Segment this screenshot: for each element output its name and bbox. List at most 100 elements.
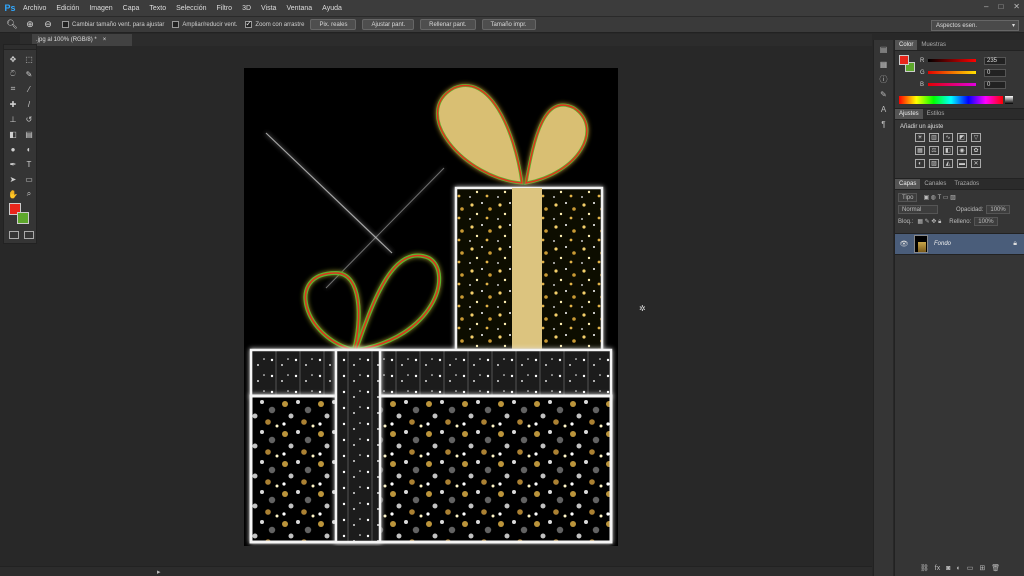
checkbox-box[interactable] bbox=[172, 21, 180, 28]
blend-mode-select[interactable]: Normal bbox=[898, 205, 938, 214]
print-size-button[interactable]: Tamaño impr. bbox=[481, 19, 536, 30]
new-layer-icon[interactable]: ⊞ bbox=[979, 564, 985, 572]
fill-screen-button[interactable]: Rellenar pant. bbox=[420, 19, 476, 30]
marquee-tool-icon[interactable]: ⬚ bbox=[21, 52, 37, 66]
menu-vista[interactable]: Vista bbox=[256, 5, 281, 12]
menu-filtro[interactable]: Filtro bbox=[212, 5, 238, 12]
quick-mask-icon[interactable] bbox=[9, 231, 19, 239]
brightness-contrast-icon[interactable]: ☀ bbox=[915, 133, 925, 142]
zoom-out-icon[interactable]: ⊖ bbox=[42, 19, 54, 31]
gradient-map-icon[interactable]: ▬ bbox=[957, 159, 967, 168]
tab-channels[interactable]: Canales bbox=[920, 179, 950, 189]
zoom-tool-icon[interactable]: ⌕ bbox=[21, 187, 37, 201]
move-tool-icon[interactable]: ✥ bbox=[5, 52, 21, 66]
info-icon[interactable]: ⓘ bbox=[877, 75, 891, 85]
background-color-swatch[interactable] bbox=[17, 212, 29, 224]
trash-icon[interactable]: 🗑︎ bbox=[991, 564, 1000, 572]
scrubby-zoom-checkbox[interactable]: Zoom con arrastre bbox=[245, 19, 304, 28]
red-value-input[interactable]: 235 bbox=[984, 56, 1006, 65]
black-white-icon[interactable]: ◧ bbox=[943, 146, 953, 155]
eye-icon[interactable]: 👁︎ bbox=[898, 240, 910, 248]
close-icon[interactable]: ✕ bbox=[1013, 2, 1020, 11]
resize-windows-checkbox[interactable]: Cambiar tamaño vent. para ajustar bbox=[62, 21, 164, 28]
zoom-in-icon[interactable]: ⊕ bbox=[24, 19, 36, 31]
mask-icon[interactable]: ◙ bbox=[946, 565, 950, 572]
quick-selection-tool-icon[interactable]: ✎ bbox=[21, 67, 37, 81]
lasso-tool-icon[interactable]: ට bbox=[5, 67, 21, 81]
group-icon[interactable]: ▭ bbox=[967, 564, 974, 572]
menu-archivo[interactable]: Archivo bbox=[18, 5, 51, 12]
fill-input[interactable]: 100% bbox=[974, 217, 998, 226]
history-brush-tool-icon[interactable]: ↺ bbox=[21, 112, 37, 126]
threshold-icon[interactable]: ◭ bbox=[943, 159, 953, 168]
brush-presets-icon[interactable]: ✎ bbox=[877, 90, 891, 100]
channel-mixer-icon[interactable]: ✿ bbox=[971, 146, 981, 155]
menu-imagen[interactable]: Imagen bbox=[84, 5, 117, 12]
menu-ventana[interactable]: Ventana bbox=[281, 5, 317, 12]
menu-capa[interactable]: Capa bbox=[118, 5, 145, 12]
color-spectrum[interactable] bbox=[899, 96, 1003, 104]
hand-tool-icon[interactable]: ✋ bbox=[5, 187, 21, 201]
screen-mode-icon[interactable] bbox=[24, 231, 34, 239]
spot-healing-tool-icon[interactable]: ✚ bbox=[5, 97, 21, 111]
invert-icon[interactable]: ◐ bbox=[915, 159, 925, 168]
blue-value-input[interactable]: 0 bbox=[984, 80, 1006, 89]
brush-tool-icon[interactable]: / bbox=[21, 97, 37, 111]
tab-styles[interactable]: Estilos bbox=[923, 109, 949, 119]
actual-pixels-button[interactable]: Pix. reales bbox=[310, 19, 357, 30]
lock-icons[interactable]: ▦ ✎ ✥ 🔒︎ bbox=[917, 218, 941, 226]
menu-edicion[interactable]: Edición bbox=[51, 5, 84, 12]
path-selection-tool-icon[interactable]: ➤ bbox=[5, 172, 21, 186]
shape-tool-icon[interactable]: ▭ bbox=[21, 172, 37, 186]
eyedropper-tool-icon[interactable]: ⁄ bbox=[21, 82, 37, 96]
clone-stamp-tool-icon[interactable]: ⊥ bbox=[5, 112, 21, 126]
green-slider[interactable] bbox=[928, 71, 976, 74]
menu-texto[interactable]: Texto bbox=[144, 5, 171, 12]
menu-3d[interactable]: 3D bbox=[237, 5, 256, 12]
tab-paths[interactable]: Trazados bbox=[950, 179, 983, 189]
type-tool-icon[interactable]: T bbox=[21, 157, 37, 171]
close-tab-icon[interactable]: × bbox=[103, 37, 107, 43]
history-icon[interactable]: ▤ bbox=[877, 45, 891, 55]
dodge-tool-icon[interactable]: ◐ bbox=[21, 142, 37, 156]
filter-icons[interactable]: ▣ ◍ T ▭ ▨ bbox=[923, 194, 955, 201]
fit-screen-button[interactable]: Ajustar pant. bbox=[362, 19, 415, 30]
document-tab[interactable]: .jpg al 100% (RGB/8) * × bbox=[32, 34, 132, 46]
posterize-icon[interactable]: ▨ bbox=[929, 159, 939, 168]
exposure-icon[interactable]: ◩ bbox=[957, 133, 967, 142]
layer-kind-select[interactable]: Tipo bbox=[898, 193, 918, 202]
photo-filter-icon[interactable]: ◉ bbox=[957, 146, 967, 155]
link-icon[interactable]: ⛓ bbox=[920, 564, 929, 572]
adjustment-layer-icon[interactable]: ◐ bbox=[956, 565, 960, 572]
maximize-icon[interactable]: □ bbox=[998, 2, 1003, 11]
opacity-input[interactable]: 100% bbox=[986, 205, 1010, 214]
curves-icon[interactable]: ∿ bbox=[943, 133, 953, 142]
pen-tool-icon[interactable]: ✒ bbox=[5, 157, 21, 171]
minimize-icon[interactable]: – bbox=[984, 2, 988, 11]
character-icon[interactable]: A bbox=[877, 105, 891, 115]
green-value-input[interactable]: 0 bbox=[984, 68, 1006, 77]
tab-color[interactable]: Color bbox=[895, 40, 918, 50]
black-white-ramp[interactable] bbox=[1005, 96, 1013, 104]
checkbox-box[interactable] bbox=[62, 21, 69, 28]
hue-saturation-icon[interactable]: ▦ bbox=[915, 146, 925, 155]
fx-icon[interactable]: fx bbox=[935, 565, 940, 572]
menu-ayuda[interactable]: Ayuda bbox=[317, 5, 347, 12]
gradient-tool-icon[interactable]: ▤ bbox=[21, 127, 37, 141]
red-slider[interactable] bbox=[928, 59, 976, 62]
blue-slider[interactable] bbox=[928, 83, 976, 86]
document-canvas[interactable] bbox=[244, 68, 618, 546]
properties-icon[interactable]: ▦ bbox=[877, 60, 891, 70]
zoom-all-windows-checkbox[interactable]: Ampliar/reducir vent. bbox=[172, 21, 237, 28]
checkbox-box[interactable] bbox=[245, 19, 253, 28]
selective-color-icon[interactable]: ✕ bbox=[971, 159, 981, 168]
tab-adjustments[interactable]: Ajustes bbox=[895, 109, 923, 119]
workspace-select[interactable]: Aspectos esen. ▾ bbox=[931, 20, 1019, 31]
tab-swatches[interactable]: Muestras bbox=[917, 40, 950, 50]
paragraph-icon[interactable]: ¶ bbox=[877, 120, 891, 130]
blur-tool-icon[interactable]: ● bbox=[5, 142, 21, 156]
eraser-tool-icon[interactable]: ◧ bbox=[5, 127, 21, 141]
tab-layers[interactable]: Capas bbox=[895, 179, 921, 189]
color-balance-icon[interactable]: ⚖ bbox=[929, 146, 939, 155]
layer-row[interactable]: 👁︎ Fondo 🔒︎ bbox=[895, 233, 1024, 255]
